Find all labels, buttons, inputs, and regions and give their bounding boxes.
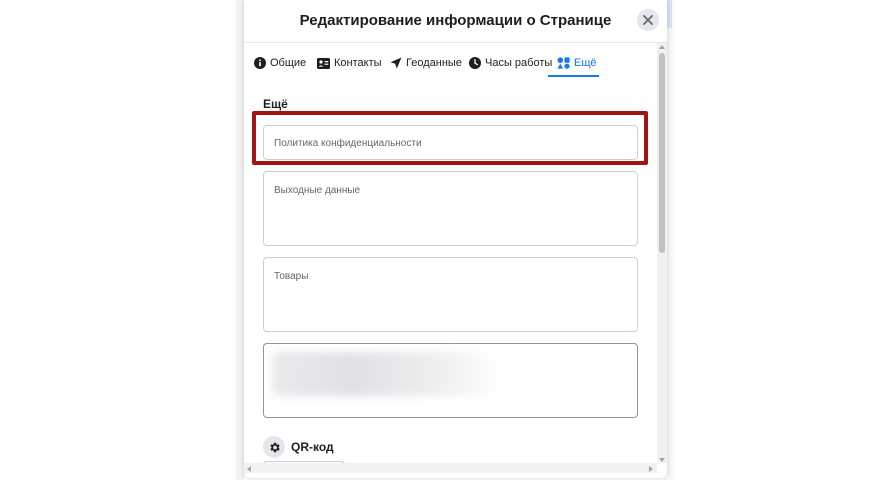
people-shapes-icon: [557, 57, 570, 69]
products-placeholder: Товары: [274, 271, 309, 282]
tab-label: Контакты: [334, 57, 382, 69]
scroll-left-arrow-icon[interactable]: [247, 466, 251, 472]
vertical-scrollbar[interactable]: [657, 43, 667, 463]
location-arrow-icon: [390, 57, 402, 69]
imprint-placeholder: Выходные данные: [274, 185, 361, 196]
privacy-policy-placeholder: Политика конфиденциальности: [274, 138, 422, 149]
close-icon: [643, 15, 653, 25]
tab-contacts[interactable]: Контакты: [317, 51, 382, 75]
background-page-accent: [667, 0, 672, 28]
vertical-scrollbar-thumb[interactable]: [659, 53, 665, 253]
products-field[interactable]: Товары: [263, 257, 638, 332]
section-heading: Ещё: [263, 97, 288, 111]
gear-icon: [269, 442, 280, 452]
dialog-title: Редактирование информации о Странице: [299, 12, 612, 29]
tab-more[interactable]: Ещё: [557, 51, 597, 75]
scroll-right-arrow-icon[interactable]: [649, 466, 653, 472]
qr-code-section: QR-код: [263, 435, 334, 459]
tab-label: Геоданные: [406, 57, 462, 69]
clock-icon: [469, 57, 481, 69]
scroll-up-arrow-icon[interactable]: [659, 45, 665, 49]
qr-settings-button[interactable]: [263, 436, 285, 458]
privacy-policy-field[interactable]: Политика конфиденциальности: [263, 125, 638, 160]
background-page-left: [236, 0, 244, 480]
tab-geodata[interactable]: Геоданные: [390, 51, 462, 75]
blurred-text-field[interactable]: [263, 343, 638, 418]
horizontal-scrollbar[interactable]: [244, 463, 657, 473]
edit-page-info-dialog: Редактирование информации о Странице Общ…: [244, 0, 667, 478]
qr-code-label: QR-код: [291, 440, 334, 454]
imprint-field[interactable]: Выходные данные: [263, 171, 638, 246]
tab-label: Общие: [270, 57, 307, 69]
screen: Редактирование информации о Странице Общ…: [0, 0, 889, 480]
dialog-header: Редактирование информации о Странице: [244, 0, 667, 43]
scroll-down-arrow-icon[interactable]: [659, 458, 665, 462]
dialog-content: Общие Контакты Геоданные Часы работы Ещё…: [244, 43, 657, 463]
contact-card-icon: [317, 57, 330, 69]
tab-label: Ещё: [574, 57, 597, 69]
info-icon: [254, 57, 266, 69]
tab-label: Часы работы: [485, 57, 553, 69]
active-tab-indicator: [548, 75, 599, 77]
blurred-content: [272, 352, 502, 396]
tab-opening-hours[interactable]: Часы работы: [469, 51, 552, 75]
tab-general[interactable]: Общие: [254, 51, 306, 75]
close-button[interactable]: [637, 9, 659, 31]
tab-bar: Общие Контакты Геоданные Часы работы Ещё: [244, 43, 657, 79]
